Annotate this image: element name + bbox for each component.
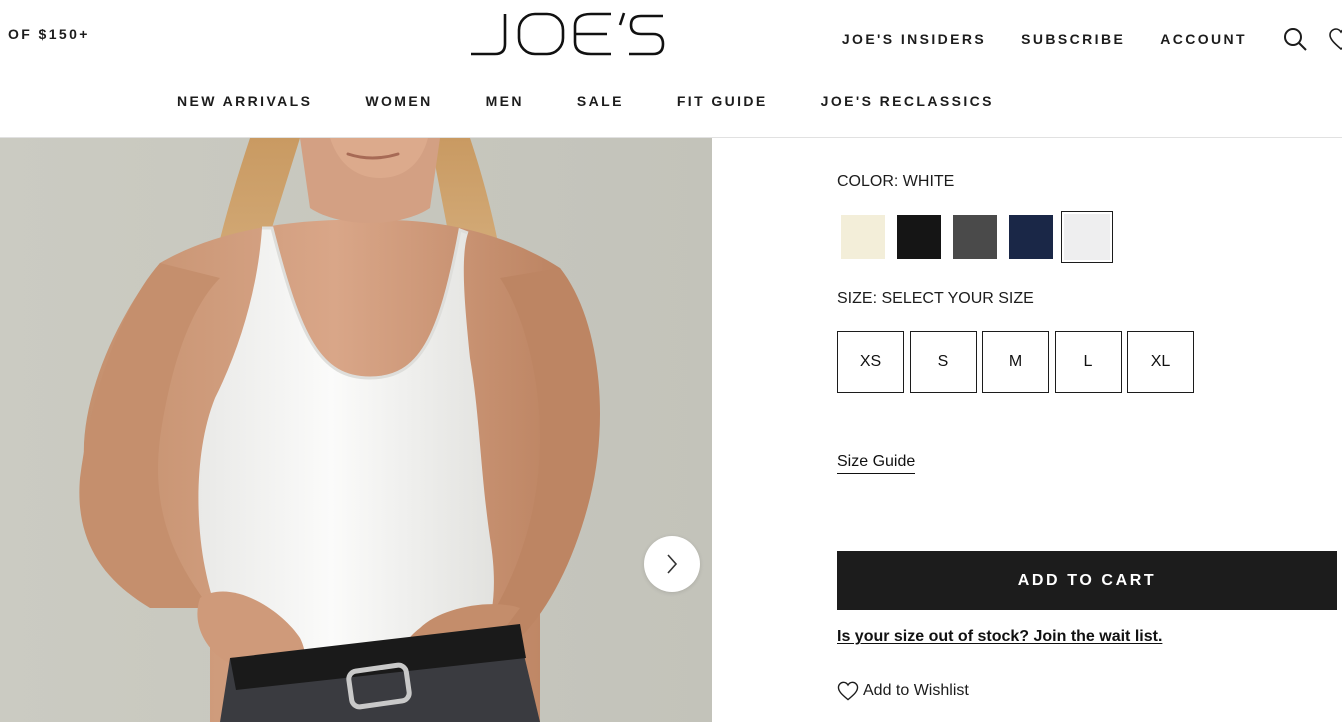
color-swatch-cream[interactable] xyxy=(837,211,889,263)
add-to-cart-button[interactable]: ADD TO CART xyxy=(837,551,1337,610)
size-label-value: SELECT YOUR SIZE xyxy=(881,290,1034,307)
color-swatch-white[interactable] xyxy=(1061,211,1113,263)
next-image-button[interactable] xyxy=(644,536,700,592)
color-swatch-chip xyxy=(841,215,885,259)
nav-new-arrivals[interactable]: NEW ARRIVALS xyxy=(177,93,312,109)
search-icon[interactable] xyxy=(1282,26,1308,52)
wishlist-heart-icon[interactable] xyxy=(1328,27,1342,51)
nav-reclassics[interactable]: JOE'S RECLASSICS xyxy=(821,93,994,109)
size-label: SIZE: SELECT YOUR SIZE xyxy=(837,290,1034,308)
size-label-key: SIZE: xyxy=(837,290,878,307)
product-image[interactable] xyxy=(0,138,712,722)
color-swatch-chip xyxy=(897,215,941,259)
color-swatch-charcoal[interactable] xyxy=(949,211,1001,263)
nav-women[interactable]: WOMEN xyxy=(365,93,432,109)
heart-outline-icon xyxy=(837,681,859,701)
util-link-account[interactable]: ACCOUNT xyxy=(1160,31,1247,47)
color-swatch-black[interactable] xyxy=(893,211,945,263)
color-swatches xyxy=(837,211,1117,263)
color-swatch-chip xyxy=(1064,214,1110,260)
color-label-value: WHITE xyxy=(902,173,955,190)
nav-sale[interactable]: SALE xyxy=(577,93,624,109)
nav-fit-guide[interactable]: FIT GUIDE xyxy=(677,93,768,109)
size-selector: XS S M L XL xyxy=(837,331,1200,393)
size-guide-link[interactable]: Size Guide xyxy=(837,453,916,474)
utility-nav: JOE'S INSIDERS SUBSCRIBE ACCOUNT xyxy=(842,26,1342,52)
wishlist-label: Add to Wishlist xyxy=(863,682,969,699)
color-swatch-navy[interactable] xyxy=(1005,211,1057,263)
product-options-panel: COLOR: WHITE SIZE: SELECT YOUR SIZE XS S… xyxy=(837,138,1342,722)
size-option-m[interactable]: M xyxy=(982,331,1049,393)
add-to-wishlist-button[interactable]: Add to Wishlist xyxy=(837,681,969,701)
size-option-xl[interactable]: XL xyxy=(1127,331,1194,393)
color-swatch-chip xyxy=(953,215,997,259)
size-option-l[interactable]: L xyxy=(1054,331,1122,393)
chevron-right-icon xyxy=(667,554,678,574)
size-option-s[interactable]: S xyxy=(909,331,977,393)
util-link-subscribe[interactable]: SUBSCRIBE xyxy=(1021,31,1125,47)
size-option-xs[interactable]: XS xyxy=(837,331,904,393)
util-link-insiders[interactable]: JOE'S INSIDERS xyxy=(842,31,986,47)
promo-banner-text: OF $150+ xyxy=(8,26,90,42)
color-label: COLOR: WHITE xyxy=(837,173,954,191)
color-swatch-chip xyxy=(1009,215,1053,259)
color-label-key: COLOR: xyxy=(837,173,899,190)
waitlist-link[interactable]: Is your size out of stock? Join the wait… xyxy=(837,628,1162,646)
nav-men[interactable]: MEN xyxy=(486,93,524,109)
main-nav: NEW ARRIVALS WOMEN MEN SALE FIT GUIDE JO… xyxy=(177,93,1047,109)
brand-logo[interactable] xyxy=(469,10,665,58)
